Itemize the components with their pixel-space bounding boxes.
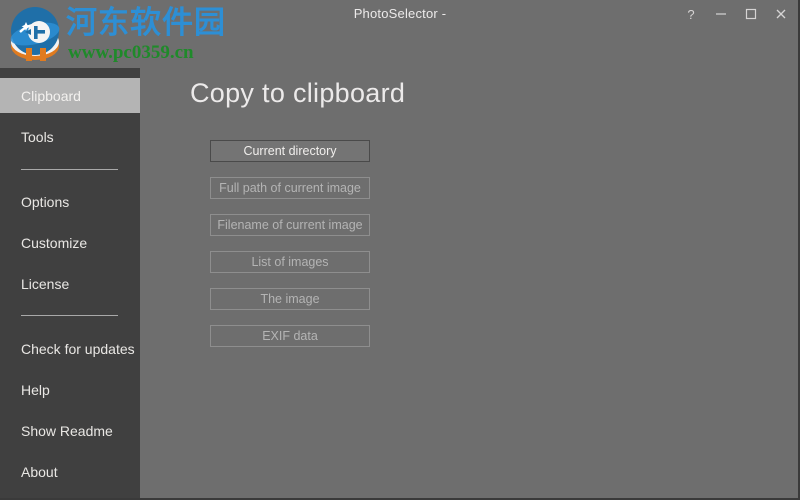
title-bar[interactable]: PhotoSelector - ? [0,0,798,28]
sidebar-item-customize[interactable]: Customize [0,225,140,260]
sidebar-item-label: Tools [21,128,54,145]
sidebar-item-label: License [21,275,70,292]
sidebar-item-label: Check for updates [21,340,135,357]
window-controls: ? [676,0,796,28]
sidebar-item-clipboard[interactable]: Clipboard [0,78,140,113]
sidebar-item-check-for-updates[interactable]: Check for updates [0,331,140,366]
sidebar-item-help[interactable]: Help [0,372,140,407]
help-icon[interactable]: ? [676,1,706,27]
sidebar-item-label: Customize [21,234,88,251]
minimize-icon[interactable] [706,1,736,27]
sidebar-item-label: Clipboard [21,87,81,104]
sidebar-separator [21,169,118,170]
copy-filename-button[interactable]: Filename of current image [210,214,370,236]
copy-the-image-button[interactable]: The image [210,288,370,310]
main-content: Copy to clipboard Current directory Full… [140,28,798,498]
close-icon[interactable] [766,1,796,27]
maximize-icon[interactable] [736,1,766,27]
sidebar: Clipboard Tools Options Customize Licens… [0,68,140,498]
sidebar-item-label: Options [21,193,70,210]
copy-exif-data-button[interactable]: EXIF data [210,325,370,347]
sidebar-item-about[interactable]: About [0,454,140,489]
application-window: PhotoSelector - ? Clipboard Tools Option… [0,0,800,500]
sidebar-item-label: About [21,463,58,480]
sidebar-item-show-readme[interactable]: Show Readme [0,413,140,448]
help-glyph: ? [687,6,695,22]
sidebar-item-tools[interactable]: Tools [0,119,140,154]
clipboard-action-buttons: Current directory Full path of current i… [210,140,370,362]
sidebar-item-label: Help [21,381,50,398]
sidebar-item-options[interactable]: Options [0,184,140,219]
sidebar-item-label: Show Readme [21,422,113,439]
page-title: Copy to clipboard [190,78,406,108]
copy-full-path-button[interactable]: Full path of current image [210,177,370,199]
copy-list-of-images-button[interactable]: List of images [210,251,370,273]
sidebar-separator [21,315,118,316]
sidebar-item-license[interactable]: License [0,266,140,301]
copy-current-directory-button[interactable]: Current directory [210,140,370,162]
